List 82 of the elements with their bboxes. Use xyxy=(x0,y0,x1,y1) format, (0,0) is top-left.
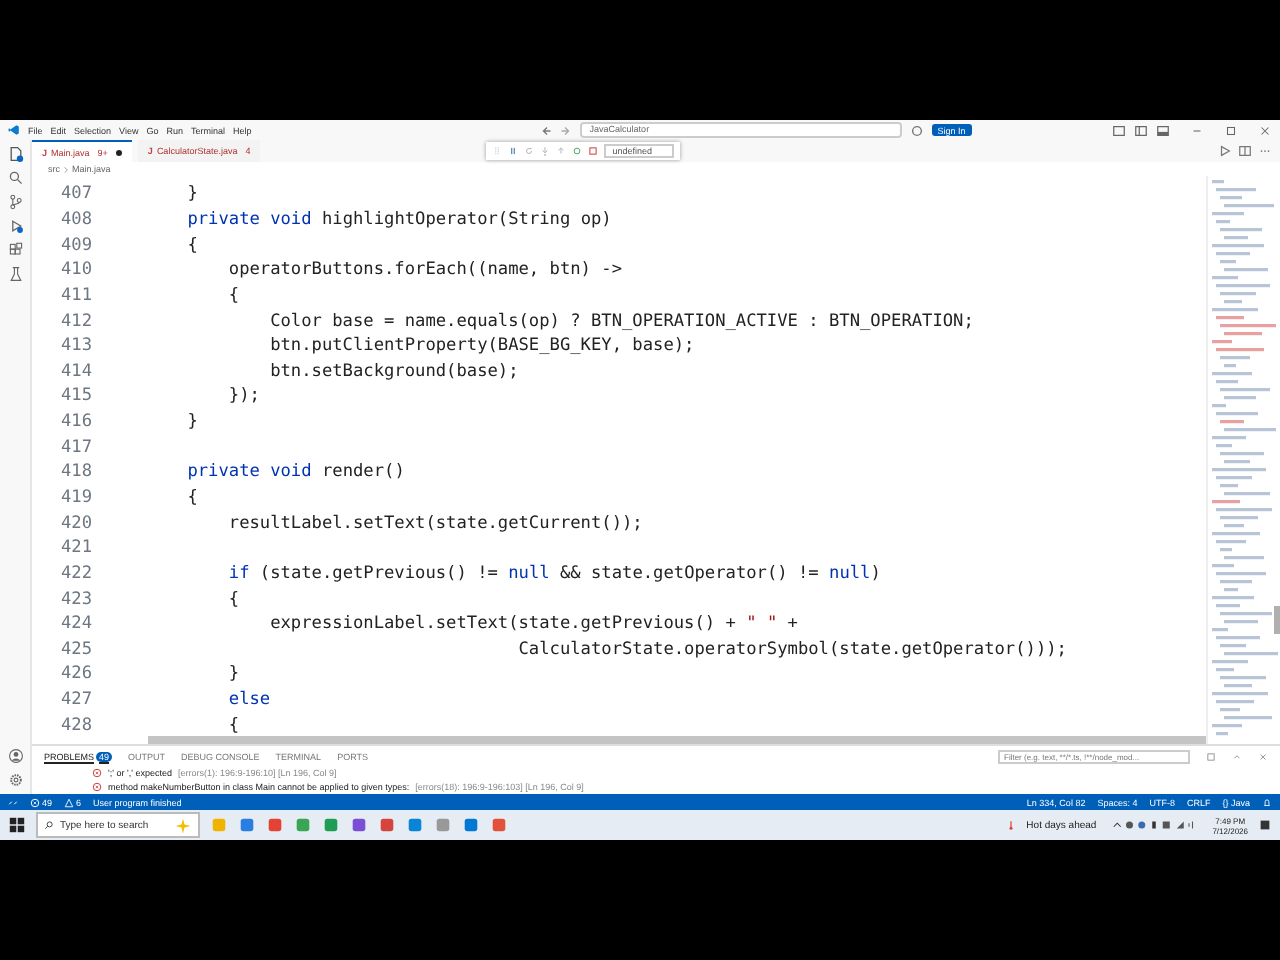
line-number: 422 xyxy=(58,563,92,584)
code-line: { xyxy=(226,589,240,610)
code-line: Color base = name.equals(op) ? BTN_OPERATION_ACTIVE : BTN_OPERATION; xyxy=(268,311,974,332)
line-number: 409 xyxy=(58,235,92,256)
code-line: }); xyxy=(226,386,260,407)
notifications-icon[interactable] xyxy=(1262,797,1272,807)
code-line: expressionLabel.setText(state.getPrevious() + " " + xyxy=(268,614,798,635)
line-number: 426 xyxy=(58,664,92,685)
line-number: 412 xyxy=(58,311,92,332)
line-number: 421 xyxy=(58,538,92,559)
code-line: } xyxy=(226,664,240,685)
close-panel-icon[interactable] xyxy=(1258,751,1268,761)
start-icon[interactable] xyxy=(8,816,26,834)
run-icon[interactable] xyxy=(1218,144,1232,158)
line-number: 415 xyxy=(58,386,92,407)
error-icon xyxy=(92,768,102,778)
line-number: 407 xyxy=(58,184,92,205)
line-number: 420 xyxy=(58,513,92,534)
line-number: 418 xyxy=(58,462,92,483)
run-debug-icon[interactable] xyxy=(7,218,23,234)
vscode-logo-icon xyxy=(8,124,20,136)
line-number: 408 xyxy=(58,209,92,230)
code-line: private void highlightOperator(String op) xyxy=(185,209,612,230)
line-number: 411 xyxy=(58,285,92,306)
warning-icon xyxy=(64,797,75,807)
restart-icon[interactable] xyxy=(524,146,535,156)
line-number: 410 xyxy=(58,260,92,281)
search-icon xyxy=(44,820,54,830)
code-line: else xyxy=(226,690,271,711)
layout-icon[interactable] xyxy=(1112,123,1126,137)
line-number: 419 xyxy=(58,488,92,508)
drag-handle-icon[interactable] xyxy=(492,146,503,156)
notification-center-icon[interactable] xyxy=(1258,818,1272,832)
code-line: } xyxy=(185,412,198,433)
line-number: 413 xyxy=(58,336,92,357)
code-line: } xyxy=(185,184,198,205)
close-icon[interactable] xyxy=(1258,123,1272,137)
sparkle-icon xyxy=(174,817,192,833)
code-line: resultLabel.setText(state.getCurrent()); xyxy=(226,513,643,534)
line-number: 427 xyxy=(58,690,92,711)
error-icon xyxy=(30,797,40,807)
code-line: CalculatorState.operatorSymbol(state.getOperator())); xyxy=(516,639,1067,660)
source-control-icon[interactable] xyxy=(7,194,23,210)
reload-icon[interactable] xyxy=(572,146,583,156)
line-number: 425 xyxy=(58,639,92,660)
sidebar-toggle-icon[interactable] xyxy=(1134,123,1148,137)
code-line: { xyxy=(185,235,198,256)
extensions-icon[interactable] xyxy=(7,242,23,258)
code-line: { xyxy=(226,715,240,736)
line-number: 423 xyxy=(58,589,92,610)
code-line: btn.setBackground(base); xyxy=(268,361,519,382)
line-number: 424 xyxy=(58,614,92,635)
collapse-icon[interactable] xyxy=(1206,751,1216,761)
settings-icon[interactable] xyxy=(7,772,23,788)
explorer-icon[interactable] xyxy=(7,146,23,162)
maximize-icon[interactable] xyxy=(1224,123,1238,137)
testing-icon[interactable] xyxy=(7,266,23,282)
code-line: { xyxy=(226,285,240,306)
error-icon xyxy=(92,782,102,792)
code-line: btn.putClientProperty(BASE_BG_KEY, base); xyxy=(268,336,695,357)
code-line: operatorButtons.forEach((name, btn) -> xyxy=(226,260,622,281)
weather-icon xyxy=(1006,820,1017,830)
horizontal-scrollbar[interactable] xyxy=(148,736,1206,744)
code-line: if (state.getPrevious() != null && state.getOperator() != null) xyxy=(226,563,881,584)
search-icon[interactable] xyxy=(7,170,23,186)
line-number: 414 xyxy=(58,361,92,382)
chevron-icon xyxy=(62,165,70,173)
code-line: { xyxy=(185,488,198,508)
stop-icon[interactable] xyxy=(588,146,599,156)
forward-arrow-icon[interactable] xyxy=(557,123,572,137)
pause-icon[interactable] xyxy=(508,146,519,156)
maximize-panel-icon[interactable] xyxy=(1232,751,1242,761)
split-editor-icon[interactable] xyxy=(1238,144,1252,158)
line-number: 417 xyxy=(58,437,92,458)
step-out-icon[interactable] xyxy=(556,146,567,156)
step-over-icon[interactable] xyxy=(540,146,551,156)
code-line: private void render() xyxy=(185,462,405,483)
line-number: 428 xyxy=(58,715,92,736)
line-number: 416 xyxy=(58,412,92,433)
panel-toggle-icon[interactable] xyxy=(1156,123,1170,137)
account-icon[interactable] xyxy=(7,748,23,764)
back-arrow-icon[interactable] xyxy=(539,123,554,137)
